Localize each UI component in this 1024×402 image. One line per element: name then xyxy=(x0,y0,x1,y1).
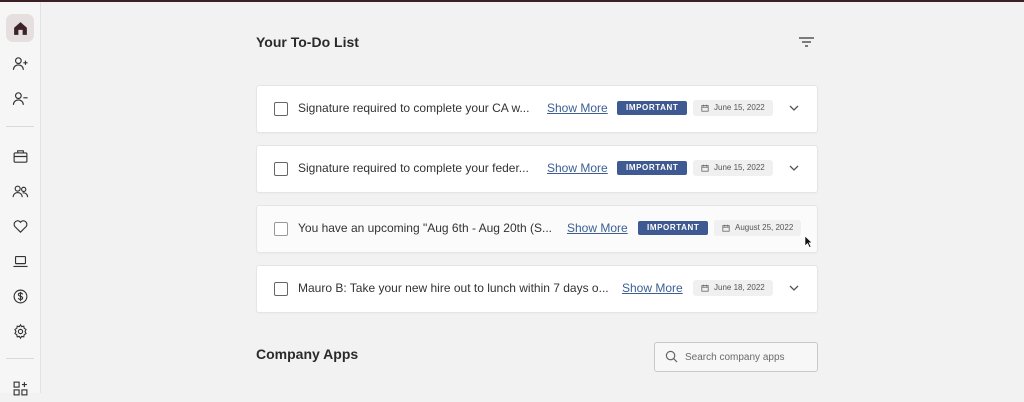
todo-item[interactable]: Signature required to complete your fede… xyxy=(256,145,818,193)
important-badge: IMPORTANT xyxy=(617,161,688,175)
todo-item[interactable]: You have an upcoming "Aug 6th - Aug 20th… xyxy=(256,205,818,253)
todo-checkbox[interactable] xyxy=(274,102,288,116)
chevron-down-icon[interactable] xyxy=(788,103,800,113)
sidebar-item-benefits[interactable] xyxy=(6,212,34,240)
company-apps-title: Company Apps xyxy=(256,346,359,362)
gear-icon xyxy=(13,323,27,339)
calendar-icon xyxy=(701,284,709,292)
todo-text: Signature required to complete your fede… xyxy=(298,161,529,175)
todo-checkbox[interactable] xyxy=(274,282,288,296)
todo-text: You have an upcoming "Aug 6th - Aug 20th… xyxy=(298,221,552,235)
show-more-link[interactable]: Show More xyxy=(622,281,683,295)
people-icon xyxy=(11,185,28,197)
mouse-cursor-icon xyxy=(804,235,813,248)
chevron-down-icon[interactable] xyxy=(788,283,800,293)
show-more-link[interactable]: Show More xyxy=(547,161,608,175)
sidebar-item-settings[interactable] xyxy=(6,317,34,345)
laptop-icon xyxy=(12,255,28,267)
sidebar xyxy=(0,2,41,395)
briefcase-icon xyxy=(13,149,27,163)
company-apps-search[interactable] xyxy=(654,342,818,372)
date-text: June 18, 2022 xyxy=(714,283,765,292)
todo-item[interactable]: Signature required to complete your CA w… xyxy=(256,85,818,133)
important-badge: IMPORTANT xyxy=(638,221,709,235)
dollar-icon xyxy=(13,289,27,303)
calendar-icon xyxy=(701,104,709,112)
date-chip: August 25, 2022 xyxy=(714,220,802,236)
add-user-icon xyxy=(12,56,28,70)
todo-text: Signature required to complete your CA w… xyxy=(298,101,530,115)
calendar-icon xyxy=(722,224,730,232)
sidebar-item-briefcase[interactable] xyxy=(6,142,34,170)
main-content: Your To-Do List Signature required to co… xyxy=(40,2,1024,393)
sidebar-item-add-apps[interactable] xyxy=(6,374,34,402)
date-chip: June 18, 2022 xyxy=(693,280,773,296)
date-text: August 25, 2022 xyxy=(735,223,794,232)
todo-item[interactable]: Mauro B: Take your new hire out to lunch… xyxy=(256,265,818,313)
apps-add-icon xyxy=(13,381,27,395)
chevron-down-icon[interactable] xyxy=(788,163,800,173)
sidebar-divider xyxy=(6,126,34,127)
todo-text: Mauro B: Take your new hire out to lunch… xyxy=(298,281,609,295)
sidebar-item-devices[interactable] xyxy=(6,247,34,275)
filter-button[interactable] xyxy=(796,34,816,50)
important-badge: IMPORTANT xyxy=(617,101,688,115)
filter-icon xyxy=(798,37,814,47)
search-icon xyxy=(665,350,678,363)
remove-user-icon xyxy=(12,91,28,105)
sidebar-item-payroll[interactable] xyxy=(6,282,34,310)
todo-title: Your To-Do List xyxy=(256,34,359,50)
home-icon xyxy=(13,21,27,35)
date-chip: June 15, 2022 xyxy=(693,100,773,116)
date-text: June 15, 2022 xyxy=(714,103,765,112)
todo-checkbox[interactable] xyxy=(274,162,288,176)
show-more-link[interactable]: Show More xyxy=(547,101,608,115)
sidebar-item-home[interactable] xyxy=(6,14,34,42)
sidebar-item-add-user[interactable] xyxy=(6,49,34,77)
date-chip: June 15, 2022 xyxy=(693,160,773,176)
calendar-icon xyxy=(701,164,709,172)
show-more-link[interactable]: Show More xyxy=(567,221,628,235)
sidebar-item-remove-user[interactable] xyxy=(6,84,34,112)
sidebar-item-people[interactable] xyxy=(6,177,34,205)
heart-icon xyxy=(13,219,27,233)
date-text: June 15, 2022 xyxy=(714,163,765,172)
search-input[interactable] xyxy=(685,349,811,365)
todo-checkbox[interactable] xyxy=(274,222,288,236)
sidebar-divider xyxy=(6,358,34,359)
